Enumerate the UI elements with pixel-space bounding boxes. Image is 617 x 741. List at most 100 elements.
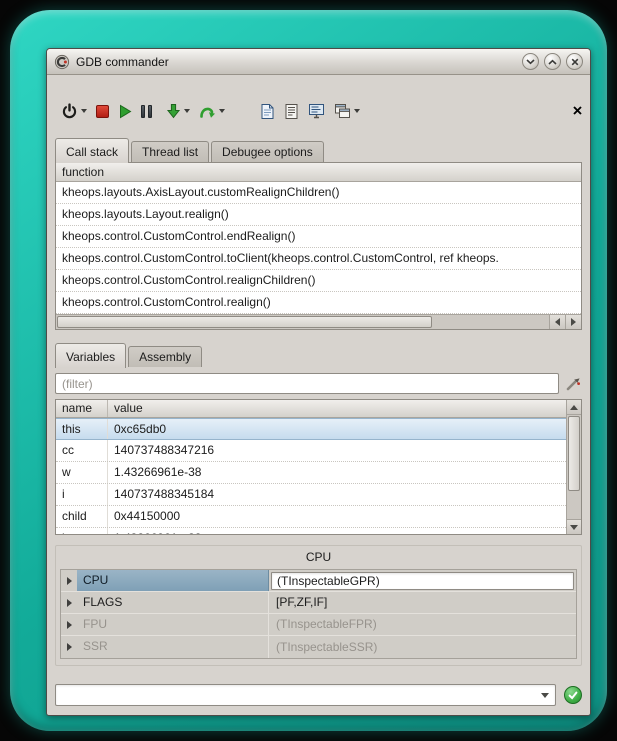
scrollbar-thumb[interactable]	[57, 316, 432, 328]
expand-arrow-icon	[67, 599, 72, 607]
cpu-register-group[interactable]: SSR	[77, 636, 269, 658]
scroll-up-button[interactable]	[567, 400, 581, 415]
arrow-left-icon	[555, 318, 560, 326]
variables-filter-row	[55, 373, 582, 394]
variable-row[interactable]: i 140737488345184	[56, 484, 566, 506]
expand-arrow-icon	[67, 643, 72, 651]
call-stack-row[interactable]: kheops.layouts.Layout.realign()	[56, 204, 581, 226]
screenshot-background: GDB commander	[0, 0, 617, 741]
cpu-row[interactable]: FLAGS [PF,ZF,IF]	[61, 592, 576, 614]
step-over-button[interactable]	[199, 104, 225, 119]
variable-row[interactable]: child 0x44150000	[56, 506, 566, 528]
column-header-name[interactable]: name	[56, 400, 108, 417]
tab-call-stack[interactable]: Call stack	[55, 138, 129, 163]
scroll-right-button[interactable]	[565, 315, 581, 329]
output-log-button[interactable]	[284, 103, 299, 120]
watch-monitor-button[interactable]	[308, 103, 325, 119]
titlebar[interactable]: GDB commander	[47, 49, 590, 75]
filter-tool-icon[interactable]	[565, 375, 582, 392]
cpu-value-cell: (TInspectableSSR)	[269, 636, 576, 658]
variable-name: this	[56, 419, 108, 439]
variable-value: 0xc65db0	[108, 419, 566, 439]
expander-button[interactable]	[61, 614, 77, 635]
stop-icon	[96, 105, 109, 118]
dropdown-chevron-icon[interactable]	[219, 109, 225, 113]
dropdown-chevron-icon[interactable]	[354, 109, 360, 113]
dropdown-chevron-icon[interactable]	[184, 109, 190, 113]
stop-button[interactable]	[96, 105, 109, 118]
cpu-register-group[interactable]: FPU	[77, 614, 269, 635]
scroll-left-button[interactable]	[549, 315, 565, 329]
variables-header: name value	[56, 400, 566, 418]
call-stack-row[interactable]: kheops.control.CustomControl.endRealign(…	[56, 226, 581, 248]
chevron-down-icon	[541, 693, 549, 698]
call-stack-row[interactable]: kheops.layouts.AxisLayout.customRealignC…	[56, 182, 581, 204]
call-stack-row[interactable]: kheops.control.CustomControl.realign()	[56, 292, 581, 314]
command-combobox[interactable]	[55, 684, 556, 706]
variables-panel: name value this 0xc65db0 cc 140737488347…	[55, 399, 582, 535]
command-input[interactable]	[56, 686, 535, 704]
dropdown-chevron-icon[interactable]	[81, 109, 87, 113]
variables-table: name value this 0xc65db0 cc 140737488347…	[56, 400, 566, 534]
cpu-register-group[interactable]: FLAGS	[77, 592, 269, 613]
call-stack-row[interactable]: kheops.control.CustomControl.realignChil…	[56, 270, 581, 292]
expand-arrow-icon	[67, 621, 72, 629]
source-file-button[interactable]	[260, 103, 275, 120]
windows-list-icon	[334, 103, 351, 119]
horizontal-scrollbar[interactable]	[56, 314, 581, 329]
close-button[interactable]	[566, 53, 583, 70]
tab-variables[interactable]: Variables	[55, 343, 126, 368]
tab-thread-list[interactable]: Thread list	[131, 141, 209, 162]
column-header-value[interactable]: value	[108, 400, 566, 417]
variable-row[interactable]: cc 140737488347216	[56, 440, 566, 462]
cpu-register-group[interactable]: CPU	[77, 570, 269, 591]
debugger-pages-tabs: Call stack Thread list Debugee options	[55, 138, 590, 162]
vertical-scrollbar[interactable]	[566, 400, 581, 534]
scrollbar-track[interactable]	[567, 415, 581, 519]
cpu-row[interactable]: FPU (TInspectableFPR)	[61, 614, 576, 636]
chevron-up-icon	[548, 59, 557, 65]
combo-dropdown-button[interactable]	[535, 693, 555, 698]
scroll-down-button[interactable]	[567, 519, 581, 534]
scrollbar-track[interactable]	[56, 315, 549, 329]
variable-value: 1.43266961e-38	[108, 528, 566, 534]
tab-debugee-options[interactable]: Debugee options	[211, 141, 324, 162]
filter-input[interactable]	[55, 373, 559, 394]
panel-close-button[interactable]	[571, 104, 583, 116]
variable-value: 140737488347216	[108, 440, 566, 461]
cpu-row[interactable]: SSR (TInspectableSSR)	[61, 636, 576, 658]
tab-assembly[interactable]: Assembly	[128, 346, 202, 367]
shade-button[interactable]	[522, 53, 539, 70]
call-stack-row[interactable]: kheops.control.CustomControl.toClient(kh…	[56, 248, 581, 270]
expand-arrow-icon	[67, 577, 72, 585]
pause-button[interactable]	[141, 105, 152, 118]
variable-name: w	[56, 462, 108, 483]
inspector-tabs: Variables Assembly	[55, 343, 590, 367]
variable-row[interactable]: b 1.43266961e-38	[56, 528, 566, 534]
step-over-icon	[199, 104, 216, 119]
variable-name: b	[56, 528, 108, 534]
cpu-row[interactable]: CPU (TInspectableGPR)	[61, 570, 576, 592]
expander-button[interactable]	[61, 592, 77, 613]
watch-monitor-icon	[308, 103, 325, 119]
cpu-value-editbox[interactable]: (TInspectableGPR)	[271, 572, 574, 590]
cpu-value-cell: (TInspectableGPR)	[269, 570, 576, 591]
call-stack-column-header[interactable]: function	[56, 163, 581, 182]
gdb-commander-window: GDB commander	[46, 48, 591, 716]
power-button[interactable]	[61, 103, 87, 120]
execute-ok-button[interactable]	[564, 686, 582, 704]
expander-button[interactable]	[61, 570, 77, 591]
variable-name: child	[56, 506, 108, 527]
windows-list-button[interactable]	[334, 103, 360, 119]
run-button[interactable]	[118, 104, 132, 119]
scrollbar-thumb[interactable]	[568, 416, 580, 491]
variable-row-selected[interactable]: this 0xc65db0	[56, 418, 566, 440]
variable-row[interactable]: w 1.43266961e-38	[56, 462, 566, 484]
step-into-button[interactable]	[166, 103, 190, 119]
expander-button[interactable]	[61, 636, 77, 658]
maximize-button[interactable]	[544, 53, 561, 70]
variable-name: cc	[56, 440, 108, 461]
close-x-icon	[573, 106, 582, 115]
command-bar	[55, 684, 582, 706]
cpu-value: (TInspectableSSR)	[271, 637, 382, 658]
